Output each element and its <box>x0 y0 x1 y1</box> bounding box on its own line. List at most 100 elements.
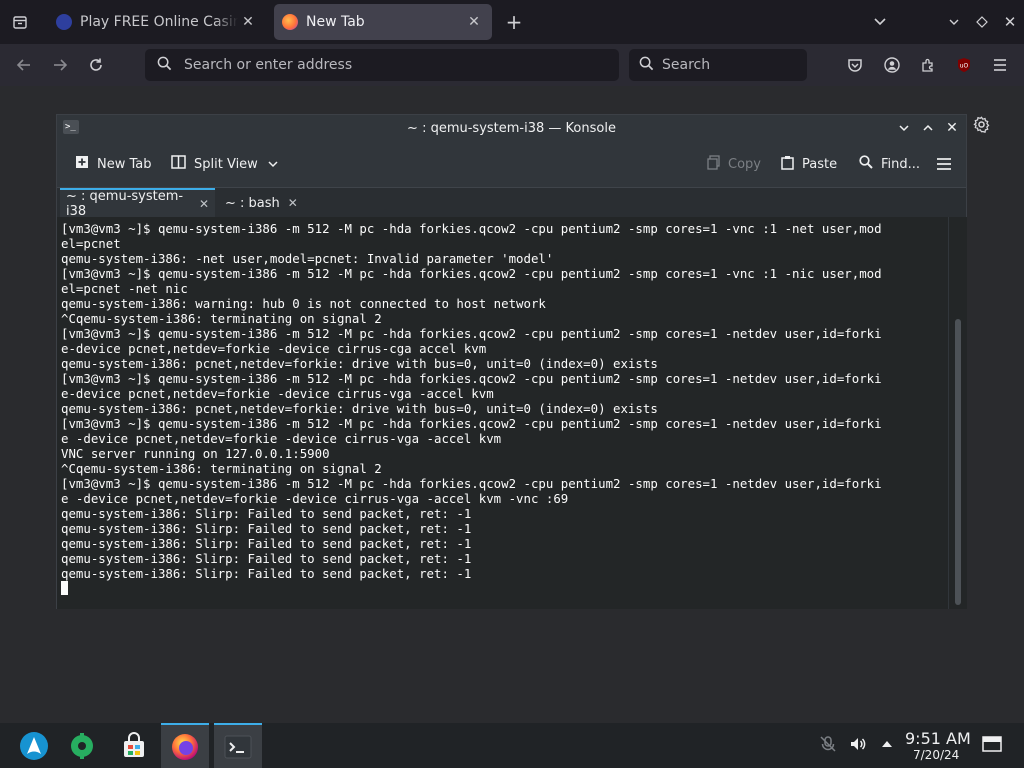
terminal-cursor <box>61 581 68 595</box>
hamburger-menu-icon[interactable] <box>936 153 952 175</box>
terminal-line: e-device pcnet,netdev=forkie -device cir… <box>61 386 494 401</box>
browser-nav-bar: Search or enter address Search uO <box>0 44 1024 86</box>
terminal-line: [vm3@vm3 ~]$ qemu-system-i386 -m 512 -M … <box>61 476 882 491</box>
terminal-scrollbar[interactable] <box>948 217 967 609</box>
maximize-icon[interactable] <box>918 118 938 138</box>
forward-arrow-icon[interactable] <box>44 49 76 81</box>
discover-app-button[interactable] <box>110 723 158 768</box>
show-hidden-icons-icon[interactable] <box>880 736 894 755</box>
browser-tab-title: New Tab <box>306 14 365 30</box>
find-label: Find... <box>881 156 921 172</box>
browser-tab-title: Play FREE Online Casino g <box>80 14 238 30</box>
terminal-line: qemu-system-i386: pcnet,netdev=forkie: d… <box>61 401 658 416</box>
terminal-line: el=pcnet -net nic <box>61 281 188 296</box>
terminal-line: qemu-system-i386: Slirp: Failed to send … <box>61 536 472 551</box>
close-icon[interactable]: ✕ <box>942 118 962 138</box>
shopping-bag-icon <box>124 731 144 757</box>
terminal-line: qemu-system-i386: Slirp: Failed to send … <box>61 566 472 581</box>
terminal-cursor-line <box>61 581 948 596</box>
paste-button[interactable]: Paste <box>781 153 837 175</box>
close-tab-icon[interactable]: ✕ <box>238 14 258 30</box>
settings-app-button[interactable] <box>58 723 106 768</box>
terminal-line: e -device pcnet,netdev=forkie -device ci… <box>61 431 502 446</box>
konsole-tab-bash[interactable]: ~ : bash ✕ <box>219 188 304 218</box>
terminal-output[interactable]: [vm3@vm3 ~]$ qemu-system-i386 -m 512 -M … <box>57 217 948 609</box>
close-tab-icon[interactable]: ✕ <box>199 197 209 211</box>
browser-tab-casino[interactable]: Play FREE Online Casino g ✕ <box>48 4 266 40</box>
search-bar-placeholder: Search <box>662 57 711 73</box>
copy-icon <box>707 154 720 174</box>
system-settings-icon <box>71 732 93 759</box>
copy-button[interactable]: Copy <box>707 153 761 175</box>
clock-date[interactable]: 7/20/24 <box>913 748 959 762</box>
close-tab-icon[interactable]: ✕ <box>464 14 484 30</box>
terminal-line: [vm3@vm3 ~]$ qemu-system-i386 -m 512 -M … <box>61 371 882 386</box>
extensions-icon[interactable] <box>912 49 944 81</box>
find-button[interactable]: Find... <box>859 153 920 175</box>
minimize-icon[interactable] <box>894 118 914 138</box>
casino-favicon-icon <box>56 14 72 30</box>
close-tab-icon[interactable]: ✕ <box>288 196 298 210</box>
new-tab-icon <box>75 155 89 173</box>
volume-icon[interactable] <box>849 735 867 757</box>
split-view-button[interactable]: Split View <box>171 153 278 175</box>
terminal-line: [vm3@vm3 ~]$ qemu-system-i386 -m 512 -M … <box>61 266 882 281</box>
show-desktop-icon[interactable] <box>982 736 1002 756</box>
arch-launcher-icon <box>20 731 48 760</box>
address-bar[interactable]: Search or enter address <box>145 49 619 81</box>
konsole-taskbar-button[interactable] <box>214 723 262 768</box>
terminal-line: VNC server running on 127.0.0.1:5900 <box>61 446 330 461</box>
terminal-line: [vm3@vm3 ~]$ qemu-system-i386 -m 512 -M … <box>61 221 882 236</box>
konsole-tab-bar: ~ : qemu-system-i38 ✕ ~ : bash ✕ <box>57 187 966 219</box>
new-tab-button[interactable]: New Tab <box>75 153 152 175</box>
list-all-tabs-icon[interactable] <box>864 6 896 38</box>
taskbar: 9:51 AM 7/20/24 <box>0 723 1024 768</box>
konsole-icon <box>224 735 252 758</box>
reload-icon[interactable] <box>80 49 112 81</box>
hamburger-menu-icon[interactable] <box>984 49 1016 81</box>
konsole-window-title: ~ : qemu-system-i38 — Konsole <box>407 120 616 136</box>
terminal-line: ^Cqemu-system-i386: terminating on signa… <box>61 311 382 326</box>
terminal-line: [vm3@vm3 ~]$ qemu-system-i386 -m 512 -M … <box>61 416 882 431</box>
terminal-line: qemu-system-i386: Slirp: Failed to send … <box>61 506 472 521</box>
firefox-favicon-icon <box>282 14 298 30</box>
konsole-tab-qemu[interactable]: ~ : qemu-system-i38 ✕ <box>60 188 215 219</box>
tab-manager-icon[interactable] <box>4 6 36 38</box>
chevron-down-icon <box>268 157 278 172</box>
konsole-app-icon: >_ <box>63 120 79 134</box>
firefox-taskbar-button[interactable] <box>161 723 209 768</box>
split-view-icon <box>171 155 186 173</box>
search-icon <box>157 56 172 75</box>
clock-time[interactable]: 9:51 AM <box>905 729 971 748</box>
ublock-origin-icon[interactable]: uO <box>948 49 980 81</box>
terminal-line: qemu-system-i386: Slirp: Failed to send … <box>61 551 472 566</box>
terminal-line: qemu-system-i386: Slirp: Failed to send … <box>61 521 472 536</box>
terminal-line: qemu-system-i386: pcnet,netdev=forkie: d… <box>61 356 658 371</box>
konsole-window: >_ ~ : qemu-system-i38 — Konsole ✕ New T… <box>56 114 967 609</box>
paste-icon <box>781 155 794 174</box>
search-bar[interactable]: Search <box>629 49 807 81</box>
konsole-tab-label: ~ : qemu-system-i38 <box>66 189 184 219</box>
svg-text:uO: uO <box>960 63 969 70</box>
terminal-line: ^Cqemu-system-i386: terminating on signa… <box>61 461 382 476</box>
browser-tab-new-tab[interactable]: New Tab ✕ <box>274 4 492 40</box>
split-view-label: Split View <box>194 156 258 172</box>
address-bar-placeholder: Search or enter address <box>184 57 353 73</box>
pocket-icon[interactable] <box>839 49 871 81</box>
browser-tab-bar: Play FREE Online Casino g ✕ New Tab ✕ + … <box>0 0 1024 44</box>
terminal-line: el=pcnet <box>61 236 121 251</box>
back-arrow-icon[interactable] <box>8 49 40 81</box>
terminal-line: e-device pcnet,netdev=forkie -device cir… <box>61 341 487 356</box>
konsole-titlebar[interactable]: >_ ~ : qemu-system-i38 — Konsole ✕ <box>57 115 966 141</box>
microphone-muted-icon[interactable] <box>819 735 837 757</box>
account-icon[interactable] <box>876 49 908 81</box>
gear-icon[interactable] <box>973 116 990 138</box>
terminal-line: [vm3@vm3 ~]$ qemu-system-i386 -m 512 -M … <box>61 326 882 341</box>
close-window-icon[interactable]: ✕ <box>994 6 1024 38</box>
paste-label: Paste <box>802 156 838 172</box>
scrollbar-thumb[interactable] <box>955 319 961 605</box>
konsole-toolbar: New Tab Split View Copy Paste Find... <box>57 141 966 187</box>
new-tab-label: New Tab <box>97 156 152 172</box>
application-launcher-button[interactable] <box>10 723 58 768</box>
new-tab-button[interactable]: + <box>498 6 530 38</box>
